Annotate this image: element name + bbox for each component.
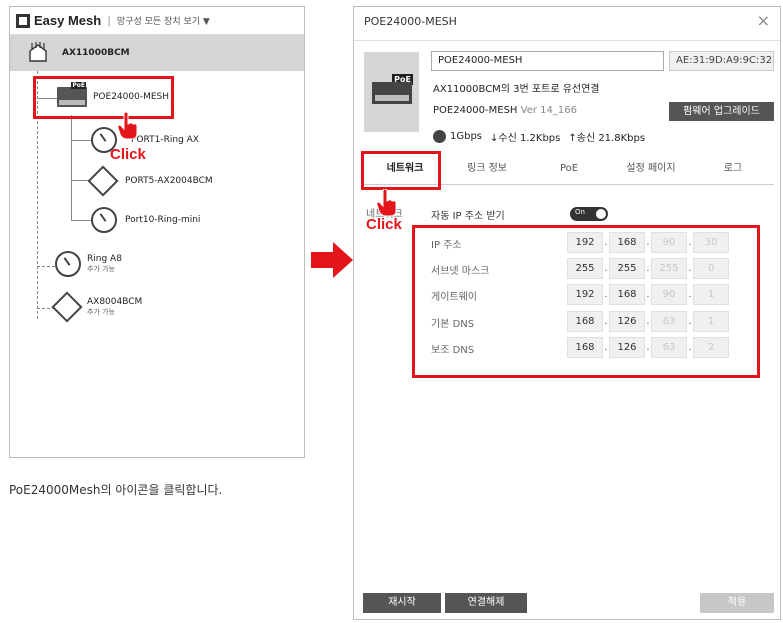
pointer-hand-icon [117,112,138,140]
node-label: Port10-Ring-mini [125,215,201,225]
close-icon[interactable]: × [757,11,770,30]
tree-node-port5[interactable]: PORT5-AX2004BCM [87,165,213,197]
mac-address-field: AE:31:9D:A9:9C:32 [669,51,774,71]
add-available-label: 추가 가능 [87,308,115,316]
link-speed: 1Gbps [450,131,483,142]
disconnect-button[interactable]: 연결해제 [445,593,527,613]
node-label: PORT1-Ring AX [131,135,199,145]
click-annotation: Click [110,146,146,163]
tx-rate: ↑송신 21.8Kbps [568,133,646,144]
connection-info: AX11000BCM의 3번 포트로 유선연결 [433,84,600,95]
highlight-box [33,76,174,119]
tab-highlight-box [361,151,441,190]
firmware-version: Ver 14_166 [520,105,577,116]
node-label: PORT5-AX2004BCM [125,176,213,186]
tree-node-port10[interactable]: Port10-Ring-mini [91,207,200,233]
poe-switch-icon: PoE [364,52,419,132]
network-fields-highlight [412,225,760,378]
device-name-input[interactable]: POE24000-MESH [431,51,664,71]
ring-device-icon[interactable] [55,251,81,277]
firmware-upgrade-button[interactable]: 펌웨어 업그레이드 [669,102,774,121]
tree-branch-line [37,266,55,267]
tree-sub-trunk-line [71,115,72,221]
root-router-label: AX11000BCM [62,48,130,58]
model-info: POE24000-MESH Ver 14_166 [433,105,577,116]
app-title: Easy Mesh [34,13,102,28]
node-label: AX8004BCM [87,297,143,307]
dialog-title: POE24000-MESH [364,15,457,28]
apply-button[interactable]: 적용 [700,593,774,613]
tab-link-info[interactable]: 링크 정보 [446,155,528,184]
ring-device-icon[interactable] [91,207,117,233]
pointer-hand-icon [376,189,397,217]
tree-node-ax8004[interactable]: AX8004BCM 추가 가능 [51,291,143,323]
device-settings-dialog: POE24000-MESH × PoE POE24000-MESH AE:31:… [353,6,781,620]
arrow-right-icon [311,242,353,278]
tab-settings-page[interactable]: 설정 페이지 [610,155,692,184]
ax-router-icon[interactable] [87,165,119,197]
auto-ip-label: 자동 IP 주소 받기 [431,211,505,222]
restart-button[interactable]: 재시작 [363,593,441,613]
app-logo-icon [16,13,30,28]
rx-rate: ↓수신 1.2Kbps [490,133,561,144]
tree-branch-line [71,220,91,221]
tree-branch-line [71,140,91,141]
link-status-icon [433,130,446,143]
auto-ip-toggle[interactable]: On [570,207,608,221]
header-separator: | [107,14,111,27]
tab-log[interactable]: 로그 [692,155,774,184]
tree-node-ring-a8[interactable]: Ring A8 추가 가능 [55,251,122,277]
add-available-label: 추가 가능 [87,265,115,273]
click-annotation: Click [366,216,402,233]
panel-header: Easy Mesh | 망구성 모든 장치 보기 ▼ [10,7,304,35]
title-divider [354,40,780,41]
router-icon [29,42,47,62]
root-router-row[interactable]: AX11000BCM [10,35,304,71]
view-all-dropdown[interactable]: 망구성 모든 장치 보기 ▼ [117,14,210,27]
model-name: POE24000-MESH [433,105,518,116]
device-tree-panel: Easy Mesh | 망구성 모든 장치 보기 ▼ AX11000BCM Po… [9,6,305,458]
tab-poe[interactable]: PoE [528,155,610,184]
link-stats: 1Gbps ↓수신 1.2Kbps ↑송신 21.8Kbps [433,129,653,144]
node-label: Ring A8 [87,254,122,264]
instruction-caption: PoE24000Mesh의 아이콘을 클릭합니다. [9,483,223,497]
ax-router-icon[interactable] [51,291,83,323]
